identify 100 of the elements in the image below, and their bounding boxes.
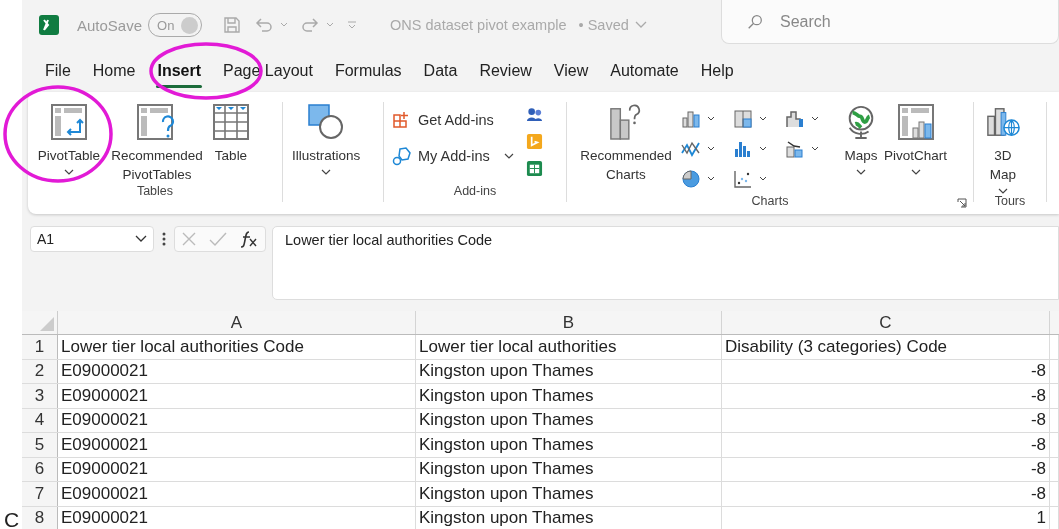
hierarchy-chart-icon	[733, 109, 753, 129]
autosave-label: AutoSave	[77, 16, 143, 34]
save-status: • Saved	[578, 17, 629, 33]
ribbon-tab[interactable]: Data	[422, 58, 459, 84]
column-header[interactable]: C	[722, 311, 1050, 334]
group-label: Add-ins	[453, 184, 497, 200]
combo-chart-icon	[785, 139, 805, 159]
chevron-icon[interactable]	[280, 22, 289, 28]
group-label: Charts	[751, 194, 789, 208]
document-title: ONS dataset pivot example	[390, 17, 567, 33]
ribbon-tab[interactable]: Formulas	[333, 58, 403, 84]
three-d-map-button[interactable]: 3D Map	[980, 102, 1026, 194]
row-header[interactable]: 4	[22, 408, 58, 432]
pivot-table-question-icon	[137, 102, 177, 142]
table-cell: Kingston upon Thames	[416, 482, 722, 506]
chevron-icon	[759, 146, 767, 152]
chevron-icon	[759, 176, 767, 182]
cancel-icon[interactable]	[181, 231, 197, 247]
table-cell: E09000021	[58, 506, 416, 529]
column-header[interactable]: B	[416, 311, 722, 334]
chevron-icon	[707, 176, 715, 182]
undo-icon[interactable]	[254, 15, 275, 35]
table-cell: -8	[722, 457, 1050, 481]
column-chart-icon	[681, 109, 701, 129]
row-header[interactable]: 7	[22, 482, 58, 506]
pie-chart-icon	[681, 169, 701, 189]
pivot-table-icon	[51, 102, 87, 142]
column-header[interactable]: A	[58, 311, 416, 334]
chevron-icon	[759, 116, 767, 122]
table-cell: Kingston upon Thames	[416, 506, 722, 529]
scatter-chart-icon	[733, 169, 753, 189]
waterfall-chart-icon	[785, 109, 805, 129]
chevron-icon	[707, 146, 715, 152]
table-button[interactable]: Table	[210, 102, 252, 165]
formula-field[interactable]: Lower tier local authorities Code	[272, 226, 1059, 300]
redo-icon[interactable]	[300, 15, 321, 35]
pivot-chart-button[interactable]: PivotChart	[881, 102, 951, 175]
pivot-chart-icon	[897, 102, 934, 142]
chevron-icon[interactable]	[634, 21, 647, 29]
name-box[interactable]: A1	[30, 226, 154, 252]
excel-logo-icon	[39, 15, 59, 35]
table-cell: E09000021	[58, 359, 416, 383]
people-app-icon[interactable]	[525, 106, 543, 123]
ribbon-tab[interactable]: Automate	[609, 58, 680, 84]
row-header[interactable]: 6	[22, 457, 58, 481]
shapes-icon	[308, 102, 345, 142]
search-box[interactable]: Search	[721, 0, 1059, 44]
table-cell: Kingston upon Thames	[416, 384, 722, 408]
customize-icon[interactable]	[346, 19, 359, 31]
chevron-icon[interactable]	[326, 22, 335, 28]
function-icon[interactable]	[239, 230, 259, 248]
line-chart-icon	[681, 139, 701, 159]
dialog-launcher-icon[interactable]	[957, 198, 967, 208]
ribbon-tab[interactable]: Help	[699, 58, 735, 84]
checkmark-icon[interactable]	[209, 231, 227, 247]
row-header[interactable]: 2	[22, 359, 58, 383]
table-cell: Lower tier local authorities Code	[58, 335, 416, 359]
cut-off-letter: C	[4, 510, 20, 529]
row-header[interactable]: 8	[22, 506, 58, 529]
ribbon-tab[interactable]: View	[552, 58, 590, 84]
table-cell: Kingston upon Thames	[416, 457, 722, 481]
table-cell: 1	[722, 506, 1050, 529]
table-cell: -8	[722, 408, 1050, 432]
sheet-app-icon[interactable]	[525, 160, 543, 177]
ribbon-tab[interactable]: Review	[478, 58, 533, 84]
search-field[interactable]: Search	[778, 11, 982, 32]
bar-chart-question-icon	[609, 102, 643, 142]
my-add-ins-button[interactable]: My Add-ins	[390, 138, 516, 174]
statistic-chart-icon	[733, 139, 753, 159]
recommended-charts-button[interactable]: Recommended Charts	[573, 102, 679, 184]
table-cell: -8	[722, 359, 1050, 383]
table-grid-icon	[213, 102, 249, 142]
group-label: Tables	[136, 184, 174, 200]
illustrations-button[interactable]: Illustrations	[289, 102, 364, 175]
table-cell: E09000021	[58, 482, 416, 506]
table-cell: -8	[722, 482, 1050, 506]
row-header[interactable]: 1	[22, 335, 58, 359]
table-cell: E09000021	[58, 408, 416, 432]
table-cell: -8	[722, 384, 1050, 408]
more-options-icon[interactable]	[162, 232, 166, 246]
table-cell: E09000021	[58, 433, 416, 457]
group-label: Tours	[994, 194, 1026, 208]
ribbon-tab[interactable]: Home	[91, 58, 137, 84]
chevron-icon	[811, 146, 819, 152]
table-cell: -8	[722, 433, 1050, 457]
ribbon-tab[interactable]: File	[44, 58, 72, 84]
table-cell: Kingston upon Thames	[416, 433, 722, 457]
bing-app-icon[interactable]	[525, 133, 543, 150]
row-header[interactable]: 5	[22, 433, 58, 457]
row-header[interactable]: 3	[22, 384, 58, 408]
chevron-icon	[707, 116, 715, 122]
table-cell: E09000021	[58, 457, 416, 481]
table-cell: Kingston upon Thames	[416, 408, 722, 432]
get-add-ins-button[interactable]: Get Add-ins	[390, 102, 496, 138]
chevron-icon	[135, 235, 147, 243]
table-cell: Lower tier local authorities	[416, 335, 722, 359]
save-icon[interactable]	[222, 15, 243, 35]
maps-button[interactable]: Maps	[841, 102, 881, 175]
recommended-pivot-tables-button[interactable]: Recommended PivotTables	[104, 102, 210, 184]
table-cell: Disability (3 categories) Code	[722, 335, 1050, 359]
